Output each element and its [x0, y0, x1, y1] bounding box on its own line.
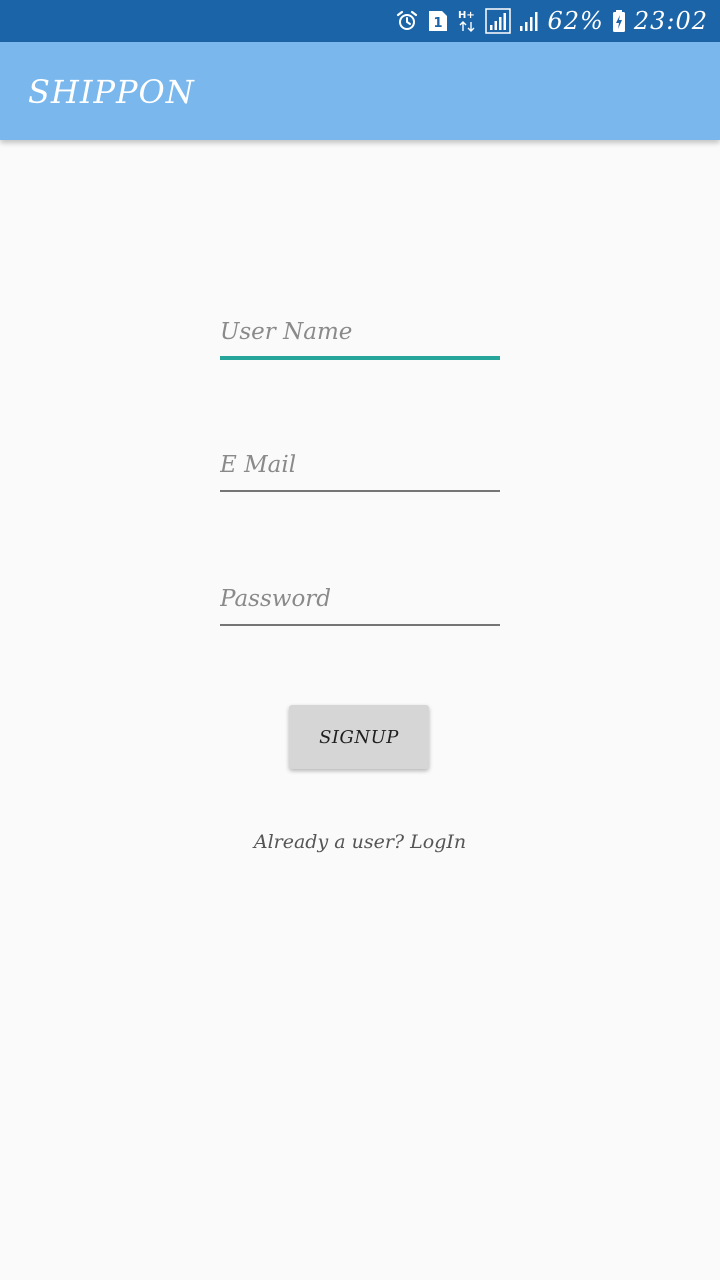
app-title: SHIPPON [28, 73, 195, 111]
battery-charging-icon [612, 9, 626, 33]
clock: 23:02 [633, 7, 708, 35]
signal-sim1-icon [485, 8, 512, 34]
signal-sim2-icon [519, 9, 539, 33]
username-input[interactable] [220, 314, 500, 360]
password-input[interactable] [220, 580, 500, 626]
sim-label: 1 [434, 16, 443, 31]
network-hplus-icon: H+ [457, 8, 477, 34]
alarm-icon [395, 9, 419, 33]
network-label: H+ [458, 10, 475, 21]
login-link[interactable]: Already a user? LogIn [0, 831, 720, 853]
app-bar: SHIPPON [0, 42, 720, 140]
signup-button[interactable]: SIGNUP [289, 705, 429, 769]
sim-1-icon: 1 [427, 9, 449, 33]
email-input[interactable] [220, 446, 500, 492]
status-icons: 1 H+ 62% 23:02 [395, 0, 708, 42]
battery-percent: 62% [547, 7, 604, 35]
status-bar: 1 H+ 62% 23:02 [0, 0, 720, 42]
